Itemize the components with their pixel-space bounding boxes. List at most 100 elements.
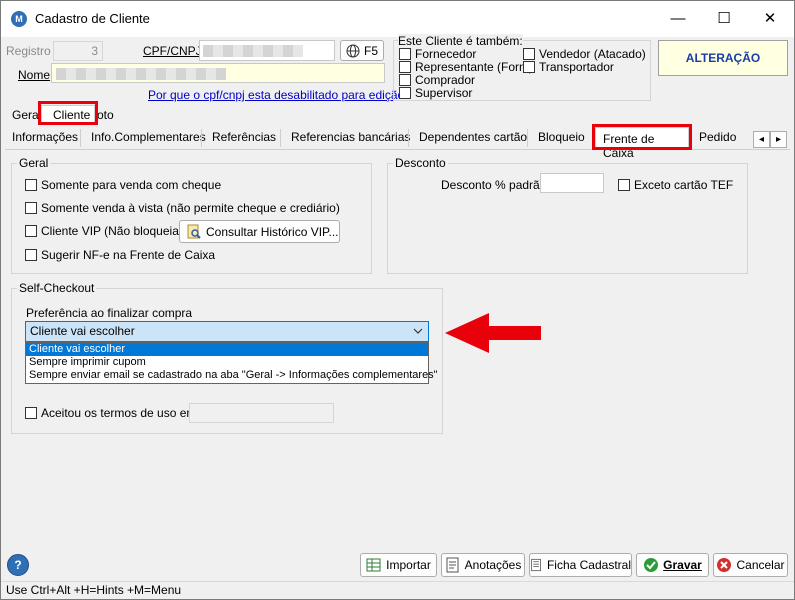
tab-scroll-right-button[interactable]: ▸ [770,131,787,148]
status-badge: ALTERAÇÃO [658,40,788,76]
ficha-cadastral-label: Ficha Cadastral [546,558,631,572]
tab-dependentes-cartao[interactable]: Dependentes cartão [413,129,533,149]
supervisor-label: Supervisor [415,86,473,100]
tab-separator [280,129,281,147]
vendedor-label: Vendedor (Atacado) [539,47,646,61]
exceto-tef-checkbox[interactable]: Exceto cartão TEF [618,178,733,192]
geral-group-title: Geral [17,156,51,170]
preferencia-selected-value: Cliente vai escolher [30,324,135,338]
document-icon [531,558,541,572]
comprador-label: Comprador [415,73,476,87]
importar-button[interactable]: Importar [360,553,437,577]
close-button[interactable]: ✕ [747,1,793,37]
cpf-cnpj-label: CPF/CNPJ [143,44,202,58]
dropdown-option-imprimir-cupom[interactable]: Sempre imprimir cupom [26,356,428,369]
tab-separator [527,129,528,147]
minimize-button[interactable]: — [655,1,701,37]
cpf-cnpj-field [199,40,335,61]
checkbox-box [25,249,37,261]
checkbox-box [523,61,535,73]
help-button[interactable]: ? [7,554,29,576]
supervisor-checkbox[interactable]: Supervisor [399,86,472,100]
help-icon: ? [14,558,22,572]
cliente-vip-label: Cliente VIP (Não bloqueia) [41,224,183,238]
preferencia-dropdown-list: Cliente vai escolher Sempre imprimir cup… [25,342,438,384]
vendedor-checkbox[interactable]: Vendedor (Atacado) [523,47,646,61]
search-document-icon [187,224,201,239]
preferencia-label: Preferência ao finalizar compra [26,306,193,320]
tab-separator [201,129,202,147]
tab-referencias-bancarias[interactable]: Referencias bancárias [285,129,416,149]
tab-bloqueio[interactable]: Bloqueio [532,129,591,149]
venda-vista-checkbox[interactable]: Somente venda à vista (não permite chequ… [25,201,340,215]
blurred-cpf [203,45,303,57]
red-arrow-pointer [445,313,541,353]
anotacoes-label: Anotações [464,558,522,572]
dropdown-option-enviar-email[interactable]: Sempre enviar email se cadastrado na aba… [26,369,438,382]
cadastro-cliente-window: M Cadastro de Cliente — ☐ ✕ Registro 3 C… [0,0,795,600]
representante-checkbox[interactable]: Representante (Forn.) [399,60,533,74]
tab-referencias[interactable]: Referências [206,129,282,149]
tambem-title: Este Cliente é também: [398,34,523,48]
tab-info-complementares[interactable]: Info.Complementares [85,129,212,149]
aceitou-termos-date-field [189,403,334,423]
chevron-down-icon [413,328,423,334]
venda-cheque-checkbox[interactable]: Somente para venda com cheque [25,178,221,192]
desconto-group-title: Desconto [393,156,448,170]
checkbox-box [25,202,37,214]
tab-separator [408,129,409,147]
venda-vista-label: Somente venda à vista (não permite chequ… [41,201,340,215]
registro-value: 3 [91,44,98,58]
representante-label: Representante (Forn.) [415,60,534,74]
preferencia-select[interactable]: Cliente vai escolher [25,321,429,342]
checkbox-box [399,48,411,60]
tab-foto[interactable]: oto [97,108,114,122]
self-checkout-title: Self-Checkout [17,281,97,295]
nome-field[interactable] [51,63,385,83]
checkbox-box [25,225,37,237]
venda-cheque-label: Somente para venda com cheque [41,178,222,192]
cliente-vip-checkbox[interactable]: Cliente VIP (Não bloqueia) [25,224,183,238]
checkbox-box [523,48,535,60]
fornecedor-label: Fornecedor [415,47,477,61]
sugerir-nfe-checkbox[interactable]: Sugerir NF-e na Frente de Caixa [25,248,215,262]
fornecedor-checkbox[interactable]: Fornecedor [399,47,476,61]
aceitou-termos-label: Aceitou os termos de uso em [41,406,197,420]
exceto-tef-label: Exceto cartão TEF [634,178,734,192]
cancel-icon [717,558,732,572]
checkbox-box [25,407,37,419]
gravar-label: Gravar [663,558,702,572]
dropdown-option-cliente-escolher[interactable]: Cliente vai escolher [26,343,428,356]
highlight-cliente-tab [38,101,98,125]
desconto-percent-input[interactable] [540,173,604,193]
tab-geral[interactable]: Geral [12,108,41,122]
registro-field: 3 [53,41,103,61]
app-icon: M [11,11,27,27]
maximize-button[interactable]: ☐ [701,1,747,37]
check-icon [644,558,659,572]
status-bar: Use Ctrl+Alt +H=Hints +M=Menu [1,581,794,599]
gravar-button[interactable]: Gravar [636,553,709,577]
checkbox-box [399,74,411,86]
f5-button[interactable]: F5 [340,40,384,61]
anotacoes-button[interactable]: Anotações [441,553,525,577]
cancelar-label: Cancelar [736,558,785,572]
registro-label: Registro [6,44,51,58]
tab-pedido[interactable]: Pedido [693,129,742,149]
tab-scroll-left-button[interactable]: ◂ [753,131,770,148]
sugerir-nfe-label: Sugerir NF-e na Frente de Caixa [41,248,216,262]
transportador-checkbox[interactable]: Transportador [523,60,614,74]
checkbox-box [399,61,411,73]
consultar-historico-vip-button[interactable]: Consultar Histórico VIP... [179,220,340,243]
cpf-disabled-link[interactable]: Por que o cpf/cnpj esta desabilitado par… [148,88,411,102]
highlight-frente-caixa-tab [592,124,692,150]
spreadsheet-icon [366,558,381,572]
ficha-cadastral-button[interactable]: Ficha Cadastral [529,553,632,577]
aceitou-termos-checkbox[interactable]: Aceitou os termos de uso em [25,406,196,420]
checkbox-box [25,179,37,191]
tab-informacoes[interactable]: Informações [6,129,84,149]
cancelar-button[interactable]: Cancelar [713,553,788,577]
title-bar: M Cadastro de Cliente — ☐ ✕ [1,1,794,37]
comprador-checkbox[interactable]: Comprador [399,73,475,87]
arrow-right-icon: ▸ [775,134,782,145]
